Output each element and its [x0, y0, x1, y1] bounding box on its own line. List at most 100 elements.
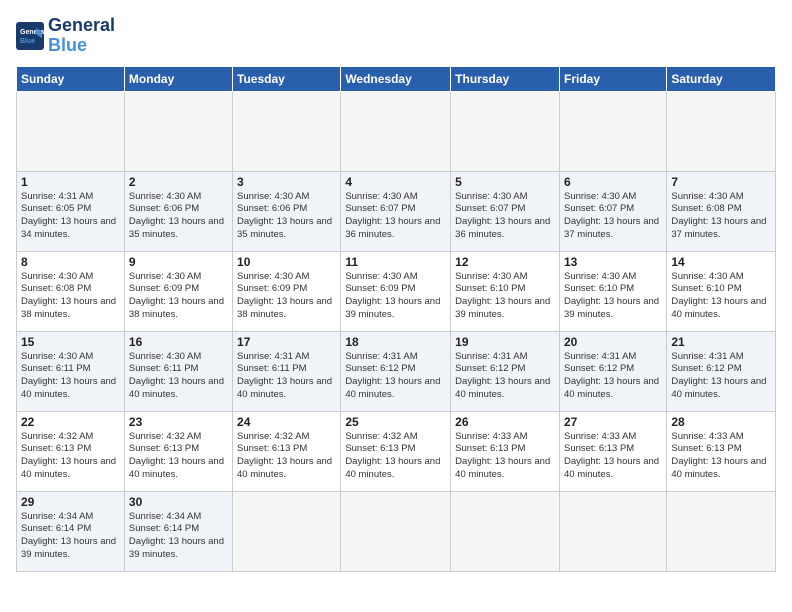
table-row: 5 Sunrise: 4:30 AMSunset: 6:07 PMDayligh… — [451, 171, 560, 251]
table-row — [341, 491, 451, 571]
day-number: 24 — [237, 415, 336, 429]
table-row: 27 Sunrise: 4:33 AMSunset: 6:13 PMDaylig… — [559, 411, 666, 491]
day-info: Sunrise: 4:30 AMSunset: 6:08 PMDaylight:… — [21, 271, 120, 322]
day-number: 13 — [564, 255, 662, 269]
table-row: 9 Sunrise: 4:30 AMSunset: 6:09 PMDayligh… — [124, 251, 232, 331]
table-row: 29 Sunrise: 4:34 AMSunset: 6:14 PMDaylig… — [17, 491, 125, 571]
day-info: Sunrise: 4:30 AMSunset: 6:11 PMDaylight:… — [129, 351, 228, 402]
day-info: Sunrise: 4:32 AMSunset: 6:13 PMDaylight:… — [129, 431, 228, 482]
calendar-header-row: Sunday Monday Tuesday Wednesday Thursday… — [17, 66, 776, 91]
day-info: Sunrise: 4:30 AMSunset: 6:08 PMDaylight:… — [671, 191, 771, 242]
logo-text: GeneralBlue — [48, 16, 115, 56]
table-row: 24 Sunrise: 4:32 AMSunset: 6:13 PMDaylig… — [233, 411, 341, 491]
day-info: Sunrise: 4:31 AMSunset: 6:11 PMDaylight:… — [237, 351, 336, 402]
day-number: 19 — [455, 335, 555, 349]
day-info: Sunrise: 4:31 AMSunset: 6:12 PMDaylight:… — [345, 351, 446, 402]
day-info: Sunrise: 4:30 AMSunset: 6:09 PMDaylight:… — [345, 271, 446, 322]
table-row: 11 Sunrise: 4:30 AMSunset: 6:09 PMDaylig… — [341, 251, 451, 331]
day-info: Sunrise: 4:30 AMSunset: 6:09 PMDaylight:… — [237, 271, 336, 322]
table-row — [559, 91, 666, 171]
day-number: 16 — [129, 335, 228, 349]
logo: General Blue GeneralBlue — [16, 16, 115, 56]
table-row: 4 Sunrise: 4:30 AMSunset: 6:07 PMDayligh… — [341, 171, 451, 251]
day-number: 4 — [345, 175, 446, 189]
col-wednesday: Wednesday — [341, 66, 451, 91]
table-row: 15 Sunrise: 4:30 AMSunset: 6:11 PMDaylig… — [17, 331, 125, 411]
day-number: 29 — [21, 495, 120, 509]
day-number: 14 — [671, 255, 771, 269]
col-sunday: Sunday — [17, 66, 125, 91]
day-number: 10 — [237, 255, 336, 269]
table-row: 20 Sunrise: 4:31 AMSunset: 6:12 PMDaylig… — [559, 331, 666, 411]
table-row: 7 Sunrise: 4:30 AMSunset: 6:08 PMDayligh… — [667, 171, 776, 251]
col-thursday: Thursday — [451, 66, 560, 91]
table-row: 14 Sunrise: 4:30 AMSunset: 6:10 PMDaylig… — [667, 251, 776, 331]
col-tuesday: Tuesday — [233, 66, 341, 91]
day-number: 5 — [455, 175, 555, 189]
table-row: 1 Sunrise: 4:31 AMSunset: 6:05 PMDayligh… — [17, 171, 125, 251]
day-number: 15 — [21, 335, 120, 349]
day-info: Sunrise: 4:32 AMSunset: 6:13 PMDaylight:… — [21, 431, 120, 482]
day-number: 8 — [21, 255, 120, 269]
col-saturday: Saturday — [667, 66, 776, 91]
day-number: 3 — [237, 175, 336, 189]
day-number: 20 — [564, 335, 662, 349]
day-info: Sunrise: 4:34 AMSunset: 6:14 PMDaylight:… — [129, 511, 228, 562]
day-number: 23 — [129, 415, 228, 429]
table-row: 8 Sunrise: 4:30 AMSunset: 6:08 PMDayligh… — [17, 251, 125, 331]
day-number: 11 — [345, 255, 446, 269]
calendar-row-1: 1 Sunrise: 4:31 AMSunset: 6:05 PMDayligh… — [17, 171, 776, 251]
day-info: Sunrise: 4:30 AMSunset: 6:07 PMDaylight:… — [345, 191, 446, 242]
table-row — [451, 491, 560, 571]
day-number: 28 — [671, 415, 771, 429]
table-row: 30 Sunrise: 4:34 AMSunset: 6:14 PMDaylig… — [124, 491, 232, 571]
table-row: 18 Sunrise: 4:31 AMSunset: 6:12 PMDaylig… — [341, 331, 451, 411]
header: General Blue GeneralBlue — [16, 16, 776, 56]
day-info: Sunrise: 4:31 AMSunset: 6:05 PMDaylight:… — [21, 191, 120, 242]
day-number: 22 — [21, 415, 120, 429]
day-number: 25 — [345, 415, 446, 429]
day-number: 1 — [21, 175, 120, 189]
day-number: 17 — [237, 335, 336, 349]
table-row: 16 Sunrise: 4:30 AMSunset: 6:11 PMDaylig… — [124, 331, 232, 411]
calendar-row-5: 29 Sunrise: 4:34 AMSunset: 6:14 PMDaylig… — [17, 491, 776, 571]
table-row: 6 Sunrise: 4:30 AMSunset: 6:07 PMDayligh… — [559, 171, 666, 251]
day-info: Sunrise: 4:30 AMSunset: 6:07 PMDaylight:… — [564, 191, 662, 242]
day-number: 12 — [455, 255, 555, 269]
day-info: Sunrise: 4:30 AMSunset: 6:09 PMDaylight:… — [129, 271, 228, 322]
table-row: 10 Sunrise: 4:30 AMSunset: 6:09 PMDaylig… — [233, 251, 341, 331]
day-info: Sunrise: 4:31 AMSunset: 6:12 PMDaylight:… — [564, 351, 662, 402]
day-info: Sunrise: 4:32 AMSunset: 6:13 PMDaylight:… — [237, 431, 336, 482]
day-number: 2 — [129, 175, 228, 189]
table-row — [341, 91, 451, 171]
table-row: 21 Sunrise: 4:31 AMSunset: 6:12 PMDaylig… — [667, 331, 776, 411]
day-info: Sunrise: 4:31 AMSunset: 6:12 PMDaylight:… — [671, 351, 771, 402]
day-info: Sunrise: 4:34 AMSunset: 6:14 PMDaylight:… — [21, 511, 120, 562]
day-number: 9 — [129, 255, 228, 269]
day-info: Sunrise: 4:33 AMSunset: 6:13 PMDaylight:… — [564, 431, 662, 482]
table-row: 19 Sunrise: 4:31 AMSunset: 6:12 PMDaylig… — [451, 331, 560, 411]
table-row — [124, 91, 232, 171]
day-info: Sunrise: 4:30 AMSunset: 6:07 PMDaylight:… — [455, 191, 555, 242]
table-row: 28 Sunrise: 4:33 AMSunset: 6:13 PMDaylig… — [667, 411, 776, 491]
day-info: Sunrise: 4:30 AMSunset: 6:11 PMDaylight:… — [21, 351, 120, 402]
table-row: 12 Sunrise: 4:30 AMSunset: 6:10 PMDaylig… — [451, 251, 560, 331]
calendar-row-2: 8 Sunrise: 4:30 AMSunset: 6:08 PMDayligh… — [17, 251, 776, 331]
table-row: 23 Sunrise: 4:32 AMSunset: 6:13 PMDaylig… — [124, 411, 232, 491]
table-row: 13 Sunrise: 4:30 AMSunset: 6:10 PMDaylig… — [559, 251, 666, 331]
day-number: 18 — [345, 335, 446, 349]
day-info: Sunrise: 4:33 AMSunset: 6:13 PMDaylight:… — [455, 431, 555, 482]
day-info: Sunrise: 4:30 AMSunset: 6:06 PMDaylight:… — [237, 191, 336, 242]
page: General Blue GeneralBlue Sunday Monday T… — [0, 0, 792, 612]
calendar-row-3: 15 Sunrise: 4:30 AMSunset: 6:11 PMDaylig… — [17, 331, 776, 411]
day-info: Sunrise: 4:31 AMSunset: 6:12 PMDaylight:… — [455, 351, 555, 402]
day-number: 21 — [671, 335, 771, 349]
table-row: 26 Sunrise: 4:33 AMSunset: 6:13 PMDaylig… — [451, 411, 560, 491]
table-row: 17 Sunrise: 4:31 AMSunset: 6:11 PMDaylig… — [233, 331, 341, 411]
table-row — [667, 491, 776, 571]
col-monday: Monday — [124, 66, 232, 91]
day-info: Sunrise: 4:30 AMSunset: 6:10 PMDaylight:… — [564, 271, 662, 322]
day-info: Sunrise: 4:33 AMSunset: 6:13 PMDaylight:… — [671, 431, 771, 482]
table-row — [559, 491, 666, 571]
table-row: 25 Sunrise: 4:32 AMSunset: 6:13 PMDaylig… — [341, 411, 451, 491]
